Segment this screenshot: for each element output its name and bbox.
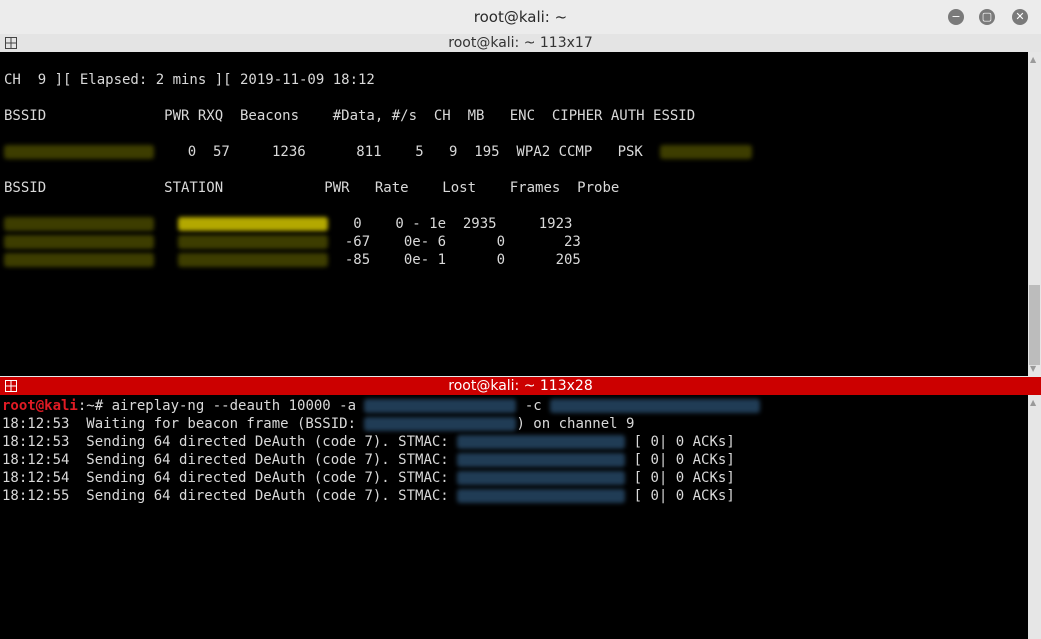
window-titlebar: root@kali: ~ − ▢ ✕ (0, 0, 1041, 35)
redacted-station (550, 399, 761, 413)
maximize-button[interactable]: ▢ (979, 9, 995, 25)
station-row: -85 0e- 1 0 205 (4, 251, 581, 269)
bottom-pane-header[interactable]: root@kali: ~ 113x28 (0, 377, 1041, 395)
deauth-line: 18:12:54 Sending 64 directed DeAuth (cod… (2, 470, 735, 486)
deauth-line: 18:12:53 Sending 64 directed DeAuth (cod… (2, 434, 735, 450)
station-table-header: BSSID STATION PWR Rate Lost Frames Probe (4, 180, 620, 196)
redacted-bssid (4, 145, 154, 159)
scroll-down-icon[interactable]: ▼ (1030, 364, 1036, 373)
highlighted-station (178, 217, 328, 231)
scroll-up-icon[interactable]: ▲ (1030, 55, 1036, 64)
bottom-pane-title: root@kali: ~ 113x28 (448, 378, 593, 394)
airodump-status-line: CH 9 ][ Elapsed: 2 mins ][ 2019-11-09 18… (4, 72, 375, 88)
ap-table-header: BSSID PWR RXQ Beacons #Data, #/s CH MB E… (4, 108, 696, 124)
ap-row: 0 57 1236 811 5 9 195 WPA2 CCMP PSK (4, 143, 752, 161)
waiting-line: 18:12:53 Waiting for beacon frame (BSSID… (2, 416, 635, 432)
scroll-up-icon[interactable]: ▲ (1030, 398, 1036, 407)
prompt-path: :~# (77, 398, 112, 414)
redacted-essid (659, 145, 752, 159)
deauth-line: 18:12:54 Sending 64 directed DeAuth (cod… (2, 452, 735, 468)
minimize-button[interactable]: − (948, 9, 964, 25)
station-row: 0 0 - 1e 2935 1923 (4, 215, 572, 233)
station-row: -67 0e- 6 0 23 (4, 233, 581, 251)
redacted-bssid (364, 399, 517, 413)
split-terminal-icon[interactable] (5, 380, 17, 392)
split-terminal-icon[interactable] (5, 37, 17, 49)
top-scrollbar[interactable]: ▲ ▼ (1028, 52, 1041, 376)
prompt-user: root@kali (2, 398, 78, 414)
top-terminal[interactable]: CH 9 ][ Elapsed: 2 mins ][ 2019-11-09 18… (0, 52, 1028, 376)
command-line: root@kali:~# aireplay-ng --deauth 10000 … (2, 397, 761, 415)
bottom-scrollbar[interactable]: ▲ (1028, 395, 1041, 639)
top-pane-title: root@kali: ~ 113x17 (448, 35, 593, 51)
bottom-terminal[interactable]: root@kali:~# aireplay-ng --deauth 10000 … (0, 395, 1028, 639)
scrollbar-thumb[interactable] (1029, 285, 1040, 365)
deauth-line: 18:12:55 Sending 64 directed DeAuth (cod… (2, 488, 735, 504)
top-pane-header[interactable]: root@kali: ~ 113x17 (0, 34, 1041, 52)
close-button[interactable]: ✕ (1012, 9, 1028, 25)
window-title: root@kali: ~ (473, 8, 568, 26)
